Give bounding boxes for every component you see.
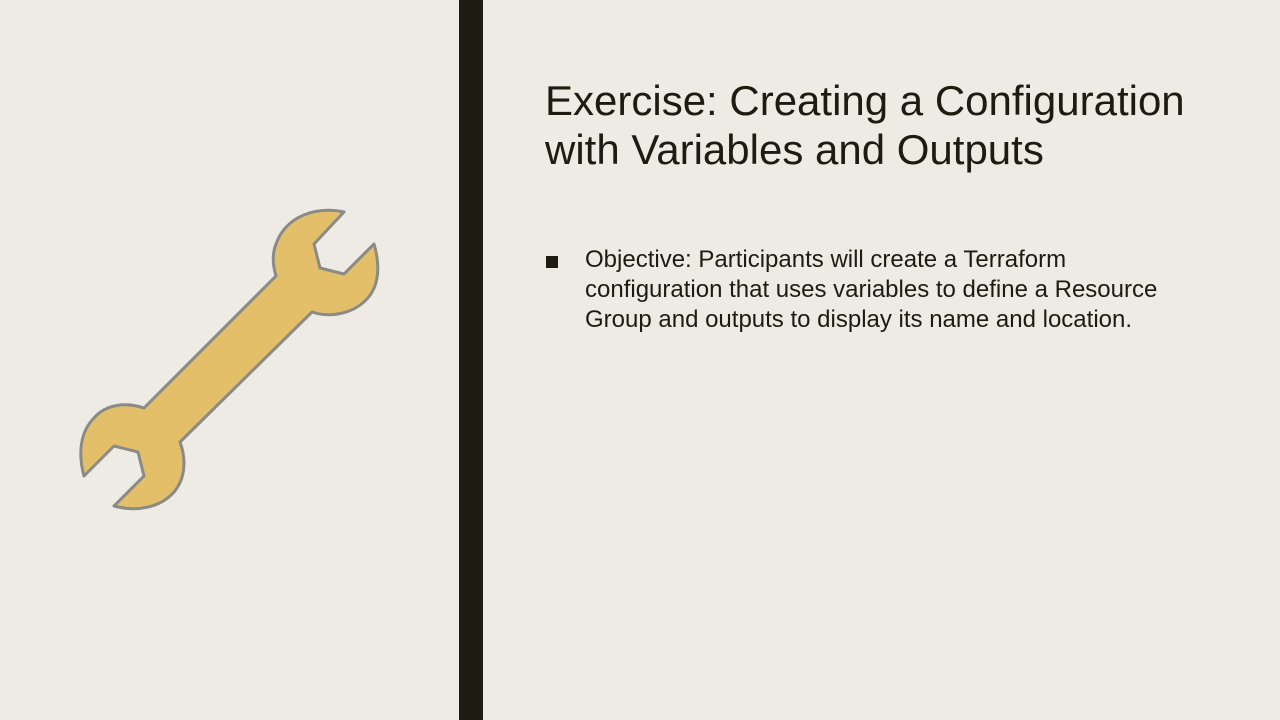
divider-bar [459,0,483,720]
list-item: Objective: Participants will create a Te… [545,245,1195,335]
bullet-text: Objective: Participants will create a Te… [585,246,1158,333]
bullet-list: Objective: Participants will create a Te… [545,245,1195,335]
slide-title: Exercise: Creating a Configuration with … [545,77,1185,173]
wrench-icon [79,208,380,511]
left-panel [0,0,459,720]
square-bullet-icon [546,256,558,268]
slide: Exercise: Creating a Configuration with … [0,0,1280,720]
